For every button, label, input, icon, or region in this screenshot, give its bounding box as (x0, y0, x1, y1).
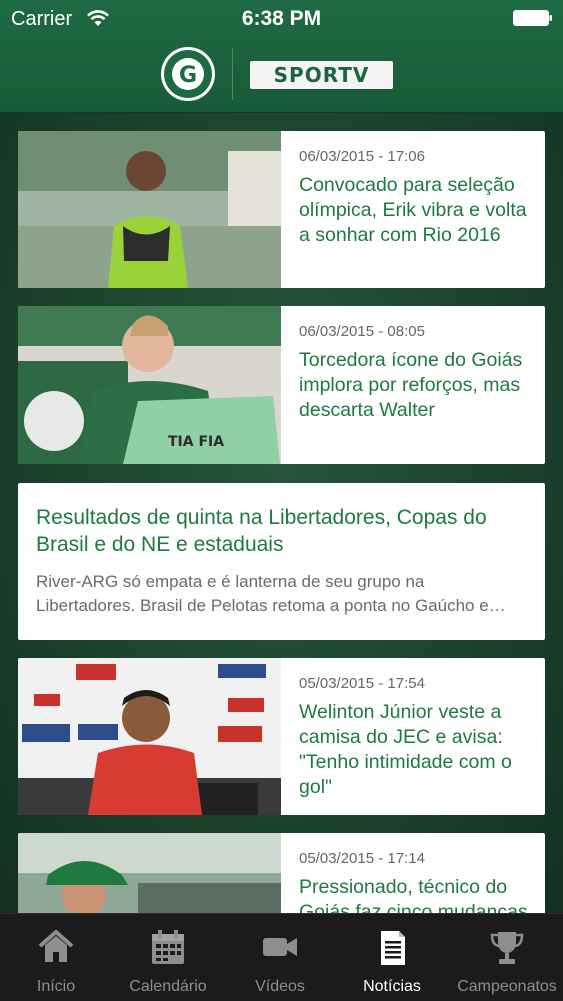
tab-label: Notícias (363, 978, 421, 995)
news-date: 06/03/2015 - 08:05 (299, 323, 425, 340)
tab-bar: Início Calendário Vídeos Notícias Campeo… (0, 913, 563, 1001)
tab-label: Início (36, 978, 76, 995)
news-date: 05/03/2015 - 17:14 (299, 850, 425, 867)
tab-label: Calendário (129, 978, 207, 995)
app-header: Carrier 6:38 PM G SPORTV (0, 0, 563, 113)
news-feed[interactable]: 06/03/2015 - 17:06 Convocado para seleçã… (0, 113, 563, 913)
status-bar: Carrier 6:38 PM (0, 0, 563, 38)
news-meta: Resultados de quinta na Libertadores, Co… (36, 504, 527, 618)
trophy-icon (490, 932, 524, 964)
battery-icon (513, 10, 552, 26)
news-card[interactable]: 05/03/2015 - 17:54 Welinton Júnior veste… (18, 658, 545, 815)
news-document-icon (381, 931, 405, 965)
news-thumbnail (18, 833, 281, 913)
news-card[interactable]: TIA FIA 06/03/2015 - 08:05 Torcedora íco… (18, 306, 545, 464)
news-headline[interactable]: Pressionado, técnico do Goiás faz cinco … (299, 875, 533, 913)
news-headline[interactable]: Welinton Júnior veste a camisa do JEC e … (299, 700, 533, 800)
tab-label: Campeonatos (457, 978, 557, 995)
news-date: 06/03/2015 - 17:06 (299, 148, 425, 165)
news-card[interactable]: 06/03/2015 - 17:06 Convocado para seleçã… (18, 131, 545, 288)
goias-club-logo: G (161, 47, 215, 101)
news-headline[interactable]: Torcedora ícone do Goiás implora por ref… (299, 348, 533, 423)
news-meta: 06/03/2015 - 17:06 Convocado para seleçã… (299, 148, 533, 248)
calendar-icon (152, 930, 184, 964)
news-card-text[interactable]: Resultados de quinta na Libertadores, Co… (18, 483, 545, 640)
tab-campeonatos[interactable]: Campeonatos (451, 914, 563, 1001)
tab-label: Vídeos (255, 978, 305, 995)
news-thumbnail: TIA FIA (18, 306, 281, 464)
news-date: 05/03/2015 - 17:54 (299, 675, 425, 692)
news-thumbnail (18, 131, 281, 288)
logo-divider (232, 48, 233, 100)
svg-text:G: G (179, 63, 197, 88)
news-card[interactable]: 05/03/2015 - 17:14 Pressionado, técnico … (18, 833, 545, 913)
news-summary: River-ARG só empata e é lanterna de seu … (36, 572, 489, 615)
tab-inicio[interactable]: Início (0, 914, 112, 1001)
svg-text:TIA FIA: TIA FIA (168, 434, 224, 450)
video-camera-icon (263, 938, 297, 956)
status-time: 6:38 PM (241, 7, 322, 30)
tab-videos[interactable]: Vídeos (224, 914, 336, 1001)
news-meta: 05/03/2015 - 17:14 Pressionado, técnico … (299, 850, 533, 913)
tab-noticias[interactable]: Notícias (336, 914, 448, 1001)
news-meta: 05/03/2015 - 17:54 Welinton Júnior veste… (299, 675, 533, 800)
news-thumbnail (18, 658, 281, 815)
news-meta: 06/03/2015 - 08:05 Torcedora ícone do Go… (299, 323, 533, 423)
news-headline[interactable]: Convocado para seleção olímpica, Erik vi… (299, 173, 533, 248)
news-headline[interactable]: Resultados de quinta na Libertadores, Co… (36, 504, 527, 558)
home-icon (38, 930, 74, 962)
tab-calendario[interactable]: Calendário (112, 914, 224, 1001)
sportv-logo: SPORTV (250, 61, 393, 89)
